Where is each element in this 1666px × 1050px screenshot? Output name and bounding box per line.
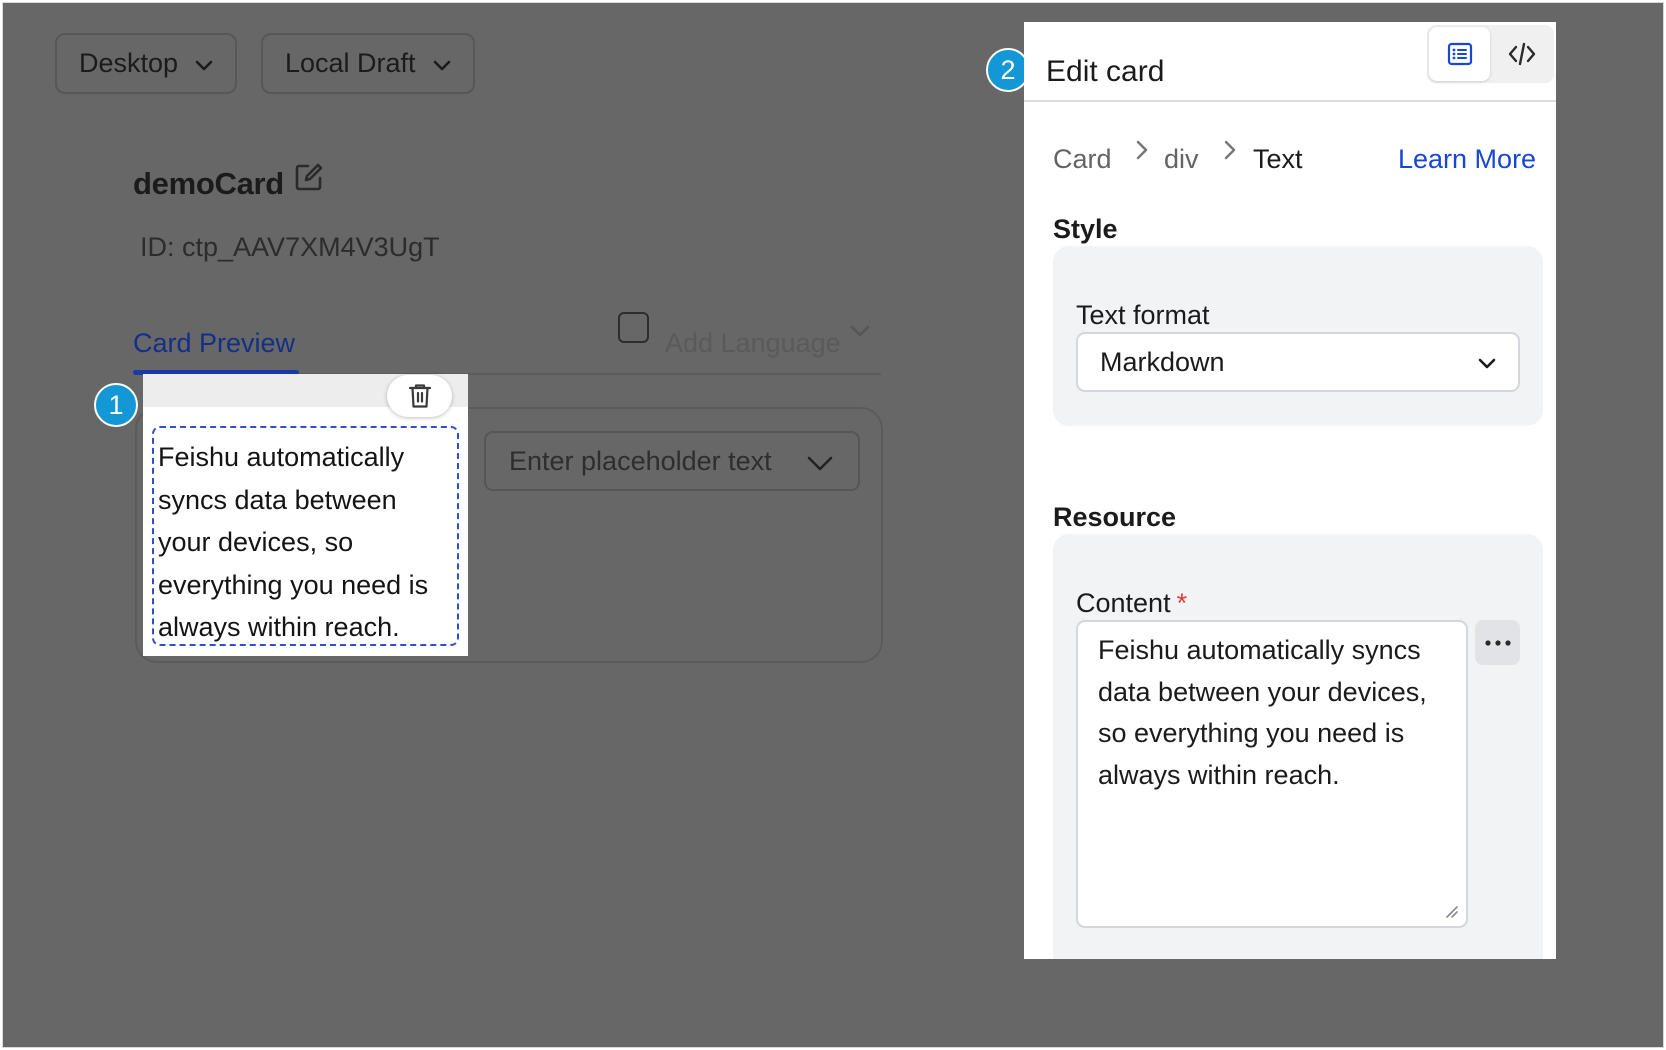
content-more-button[interactable] xyxy=(1475,620,1520,665)
draft-dropdown-label: Local Draft xyxy=(285,48,416,78)
add-language-label[interactable]: Add Language xyxy=(665,328,841,359)
device-dropdown[interactable]: Desktop xyxy=(55,33,237,94)
text-format-value: Markdown xyxy=(1100,346,1225,377)
device-dropdown-label: Desktop xyxy=(79,48,179,78)
tab-card-preview[interactable]: Card Preview xyxy=(133,328,295,359)
panel-header: Edit card xyxy=(1024,22,1556,102)
chevron-down-icon[interactable] xyxy=(848,319,872,343)
breadcrumb-div[interactable]: div xyxy=(1164,144,1199,175)
list-form-icon xyxy=(1447,42,1472,66)
editor-canvas: Desktop Local Draft demoCard ID: ctp_AAV… xyxy=(3,3,1663,1047)
chevron-right-icon xyxy=(1224,140,1236,160)
content-label-text: Content xyxy=(1076,588,1171,618)
required-mark: * xyxy=(1176,588,1188,618)
chevron-right-icon xyxy=(1136,140,1148,160)
code-view-button[interactable] xyxy=(1491,27,1552,81)
step-marker-1: 1 xyxy=(94,383,138,427)
content-label: Content * xyxy=(1076,588,1187,619)
text-format-select[interactable]: Markdown xyxy=(1076,332,1520,392)
panel-title: Edit card xyxy=(1046,55,1165,88)
delete-component-button[interactable] xyxy=(387,375,452,417)
screen: Desktop Local Draft demoCard ID: ctp_AAV… xyxy=(0,0,1666,1050)
more-icon xyxy=(1484,639,1511,646)
trash-icon xyxy=(408,384,431,408)
chevron-down-icon xyxy=(807,456,833,471)
selected-text-component[interactable]: Feishu automatically syncs data between … xyxy=(152,426,459,646)
placeholder-select-text: Enter placeholder text xyxy=(509,445,772,476)
chevron-down-icon xyxy=(1478,358,1496,369)
edit-icon[interactable] xyxy=(294,162,324,192)
card-name: demoCard xyxy=(133,166,284,201)
draft-dropdown[interactable]: Local Draft xyxy=(261,33,475,94)
style-section-title: Style xyxy=(1053,214,1118,244)
content-textarea-value: Feishu automatically syncs data between … xyxy=(1098,635,1427,790)
content-textarea[interactable]: Feishu automatically syncs data between … xyxy=(1076,620,1468,928)
placeholder-select[interactable]: Enter placeholder text xyxy=(484,431,860,491)
code-icon xyxy=(1508,42,1535,66)
form-view-button[interactable] xyxy=(1429,27,1490,81)
learn-more-link[interactable]: Learn More xyxy=(1398,144,1536,175)
text-format-label: Text format xyxy=(1076,300,1210,330)
chevron-down-icon xyxy=(433,60,451,71)
resize-handle-icon[interactable] xyxy=(1444,904,1458,918)
resource-section-title: Resource xyxy=(1053,502,1177,532)
editor-overlay: Desktop Local Draft demoCard ID: ctp_AAV… xyxy=(2,2,1664,1048)
chevron-down-icon xyxy=(195,60,213,71)
breadcrumb-card[interactable]: Card xyxy=(1053,144,1112,175)
add-language-checkbox[interactable] xyxy=(618,312,649,343)
breadcrumb-text: Text xyxy=(1253,144,1303,174)
edit-card-panel: Edit card Card div Text Learn More Style… xyxy=(1024,22,1556,959)
card-id: ID: ctp_AAV7XM4V3UgT xyxy=(140,232,440,262)
